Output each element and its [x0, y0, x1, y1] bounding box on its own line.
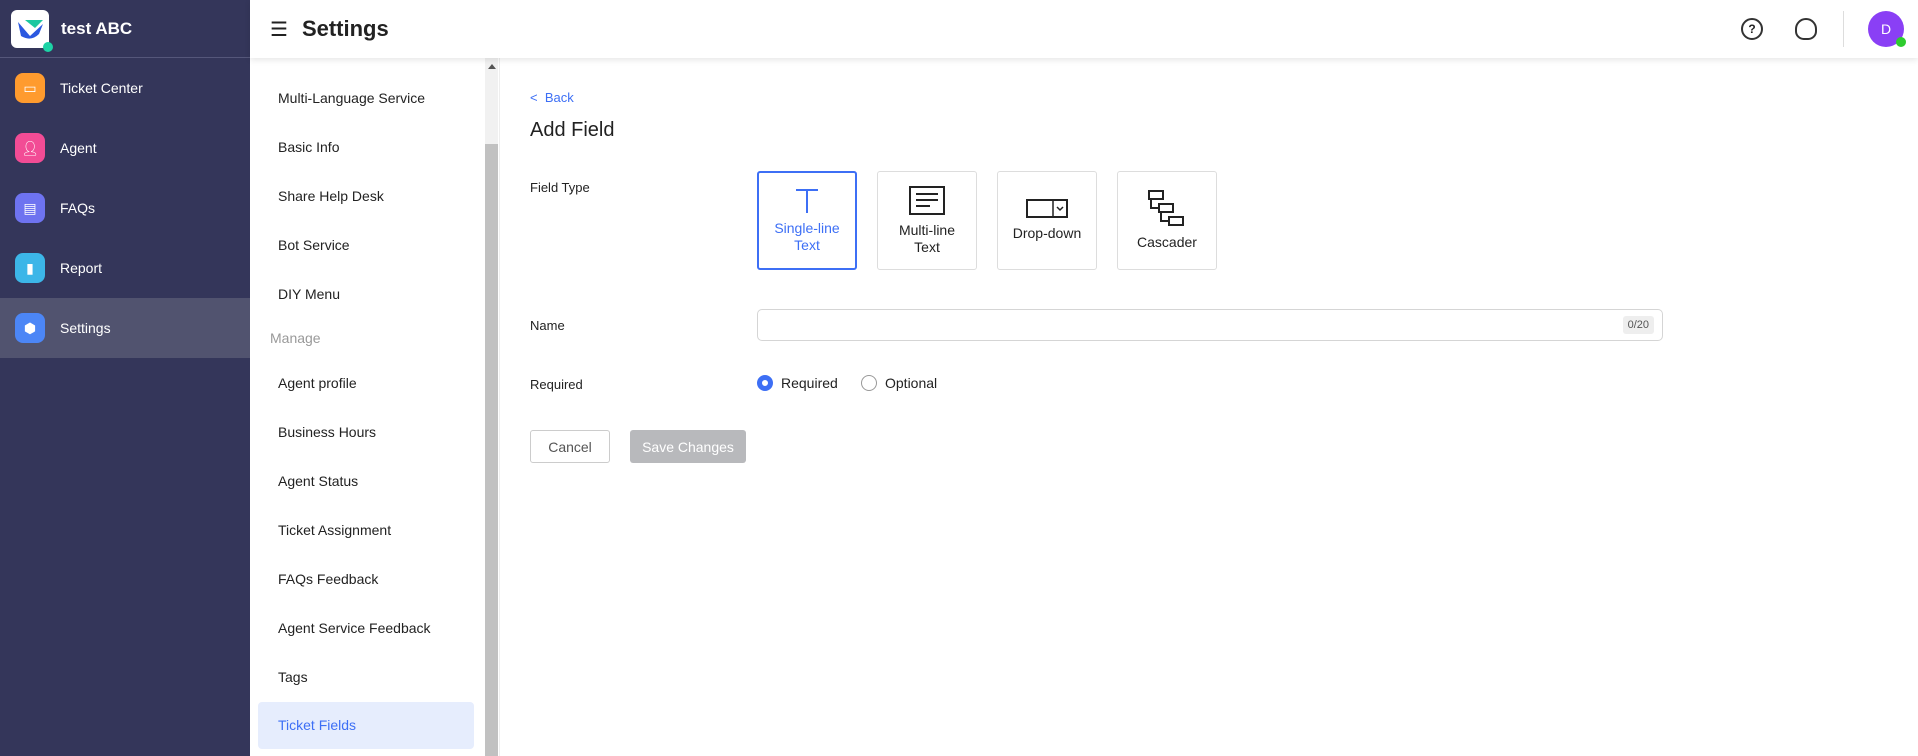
avatar[interactable]: D	[1868, 11, 1906, 47]
cascader-icon	[1148, 190, 1184, 226]
app-name: test ABC	[61, 18, 133, 38]
radio-required[interactable]: Required	[757, 375, 838, 391]
nav-ticket-center[interactable]: ▭ Ticket Center	[0, 58, 250, 118]
field-type-label: Field Type	[530, 180, 590, 195]
submenu-item[interactable]: Business Hours	[278, 424, 376, 440]
required-label: Required	[530, 377, 583, 392]
back-link[interactable]: < Back	[530, 90, 574, 105]
submenu-item[interactable]: Agent profile	[278, 375, 357, 391]
nav-label: Settings	[60, 320, 111, 336]
dropdown-icon	[1026, 199, 1068, 218]
book-icon: ▤	[15, 193, 45, 223]
nav-label: Ticket Center	[60, 80, 143, 96]
lightbulb-icon[interactable]	[1795, 18, 1817, 40]
bar-chart-icon: ▮	[15, 253, 45, 283]
submenu-item[interactable]: Share Help Desk	[278, 188, 384, 204]
nav-faqs[interactable]: ▤ FAQs	[0, 178, 250, 238]
paragraph-icon	[909, 185, 945, 215]
cancel-button[interactable]: Cancel	[530, 430, 610, 463]
type-label: Single-line	[774, 219, 840, 236]
top-header: ☰ Settings ? D	[250, 0, 1918, 58]
back-label: Back	[544, 90, 574, 105]
nav-label: Report	[60, 260, 103, 276]
submenu-scrollbar[interactable]	[485, 58, 498, 756]
submenu-item[interactable]: Multi-Language Service	[278, 90, 425, 106]
form-title: Add Field	[530, 119, 615, 141]
submenu-item-ticket-fields[interactable]: Ticket Fields	[258, 702, 474, 749]
submenu-item[interactable]: DIY Menu	[278, 286, 340, 302]
nav-label: Agent	[60, 140, 97, 156]
type-drop-down[interactable]: Drop-down	[997, 171, 1097, 270]
type-label: Drop-down	[1012, 225, 1082, 241]
submenu-item[interactable]: Agent Service Feedback	[278, 620, 431, 636]
radio-unchecked-icon[interactable]	[861, 375, 877, 391]
agent-icon: 👤︎	[15, 133, 45, 163]
type-label: Text	[794, 236, 820, 253]
scrollbar-thumb[interactable]	[485, 144, 498, 756]
radio-label: Required	[781, 375, 838, 391]
submenu-item[interactable]: Tags	[278, 669, 308, 685]
radio-optional[interactable]: Optional	[861, 375, 937, 391]
ticket-icon: ▭	[15, 73, 45, 103]
radio-label: Optional	[885, 375, 938, 391]
app-logo	[11, 9, 53, 52]
char-counter: 0/20	[1622, 316, 1654, 334]
nav-settings[interactable]: ⬢ Settings	[0, 298, 250, 358]
nav-label: FAQs	[60, 200, 96, 216]
page-title: Settings	[301, 16, 389, 41]
submenu-item[interactable]: Bot Service	[278, 237, 350, 253]
scroll-up-icon[interactable]	[488, 64, 496, 69]
type-multi-line-text[interactable]: Multi-line Text	[877, 171, 977, 270]
type-label: Text	[914, 238, 940, 255]
nav-agent[interactable]: 👤︎ Agent	[0, 118, 250, 178]
type-single-line-text[interactable]: Single-line Text	[757, 171, 857, 270]
submenu-group-label: Manage	[270, 330, 321, 346]
name-label: Name	[530, 318, 565, 333]
type-label: Multi-line	[898, 221, 955, 238]
menu-toggle-icon[interactable]: ☰	[270, 17, 288, 42]
save-changes-button[interactable]: Save Changes	[630, 430, 746, 463]
submenu-item[interactable]: Basic Info	[278, 139, 339, 155]
radio-checked-icon[interactable]	[757, 375, 773, 391]
nav-report[interactable]: ▮ Report	[0, 238, 250, 298]
type-cascader[interactable]: Cascader	[1117, 171, 1217, 270]
submenu-item[interactable]: FAQs Feedback	[278, 571, 378, 587]
text-t-icon	[796, 188, 818, 213]
settings-submenu: Multi-Language Service Basic Info Share …	[250, 58, 500, 756]
submenu-item[interactable]: Ticket Assignment	[278, 522, 391, 538]
help-icon[interactable]: ?	[1741, 18, 1763, 40]
gear-icon: ⬢	[15, 313, 45, 343]
divider	[1843, 11, 1844, 47]
submenu-item[interactable]: Agent Status	[278, 473, 358, 489]
name-input[interactable]: 0/20	[757, 309, 1663, 341]
brand: test ABC	[0, 0, 250, 58]
main-sidebar: test ABC ▭ Ticket Center 👤︎ Agent ▤ FAQs ▮ R…	[0, 0, 250, 756]
type-label: Cascader	[1137, 234, 1197, 250]
